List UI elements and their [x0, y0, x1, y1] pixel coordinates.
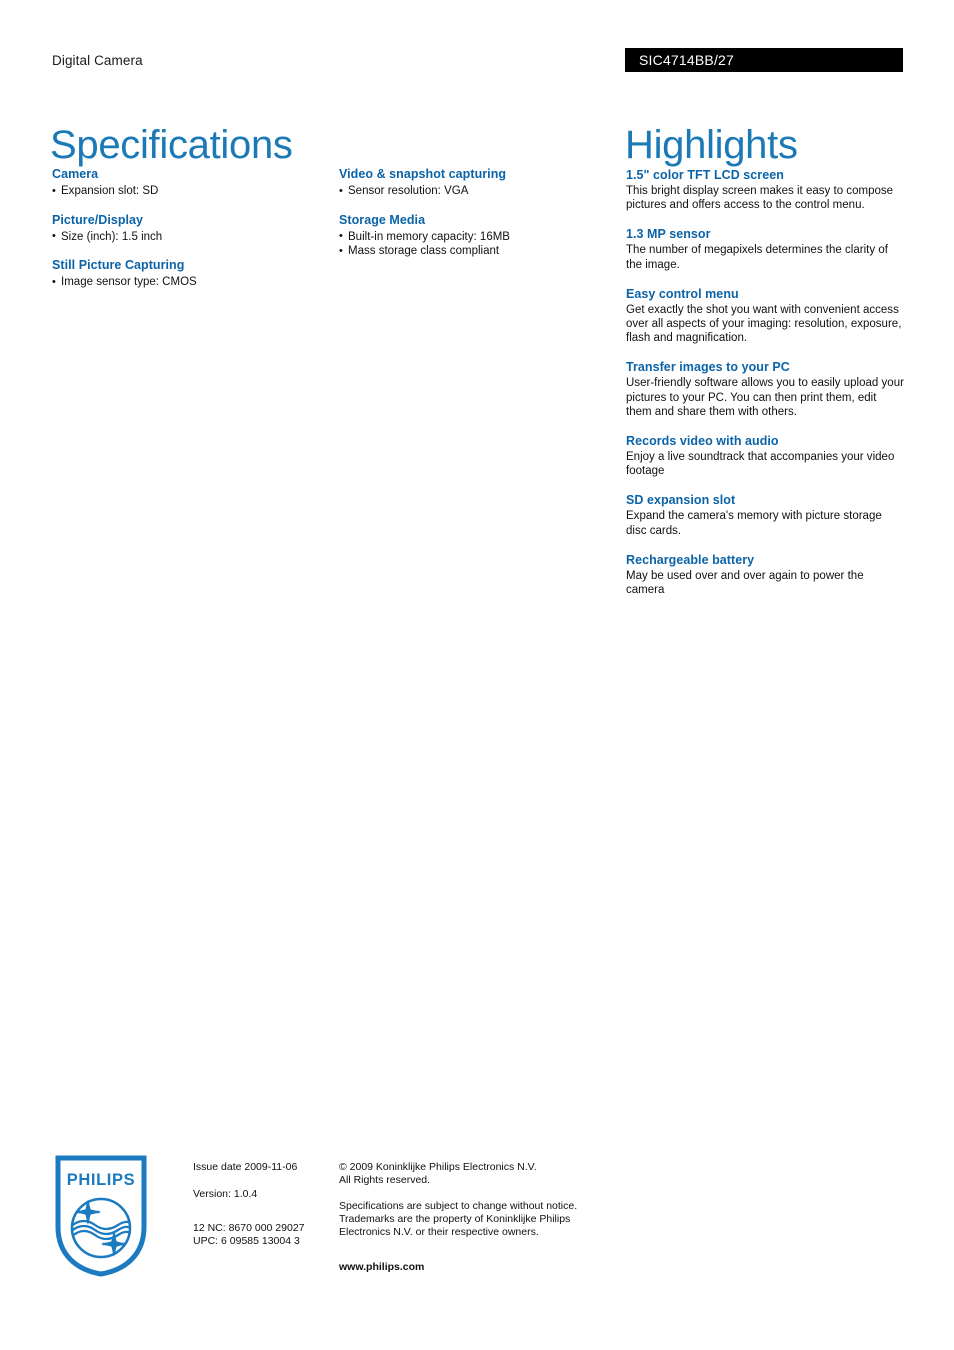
- highlight-body: User-friendly software allows you to eas…: [626, 377, 904, 418]
- spec-item: Image sensor type: CMOS: [52, 275, 322, 290]
- highlight-heading: SD expansion slot: [626, 493, 736, 508]
- spec-group-heading: Video & snapshot capturing: [339, 167, 507, 181]
- spec-group: Storage Media Built-in memory capacity: 1…: [339, 213, 609, 259]
- spec-item: Built-in memory capacity: 16MB: [339, 229, 609, 245]
- highlight-group: 1.3 MP sensor The number of megapixels de…: [626, 227, 904, 271]
- spec-group-heading: Picture/Display: [52, 212, 144, 227]
- philips-shield-icon: PHILIPS: [55, 1155, 147, 1277]
- codes-block: 12 NC: 8670 000 29027 UPC: 6 09585 13004…: [193, 1222, 333, 1248]
- copyright-line-2: All Rights reserved.: [339, 1174, 431, 1186]
- svg-text:PHILIPS: PHILIPS: [67, 1171, 135, 1189]
- highlight-body: The number of megapixels determines the …: [626, 244, 888, 271]
- highlight-body: This bright display screen makes it easy…: [626, 185, 894, 212]
- copyright-line-1: © 2009 Koninklijke Philips Electronics N…: [339, 1161, 537, 1173]
- highlight-heading: 1.3 MP sensor: [626, 227, 711, 242]
- page-header: Digital Camera SIC4714BB/27: [0, 0, 954, 90]
- copyright-block: © 2009 Koninklijke Philips Electronics N…: [339, 1161, 619, 1187]
- highlight-group: Records video with audio Enjoy a live sou…: [626, 434, 904, 478]
- footer-legal-column: © 2009 Koninklijke Philips Electronics N…: [339, 1161, 619, 1239]
- highlights-title: Highlights: [625, 122, 798, 167]
- version-block: Version: 1.0.4: [193, 1188, 333, 1201]
- footer-meta-column: Issue date 2009-11-06 Version: 1.0.4 12 …: [193, 1161, 333, 1248]
- specifications-column-2: Video & snapshot capturing Sensor resolut…: [339, 167, 609, 259]
- spec-item: Sensor resolution: VGA: [339, 184, 609, 199]
- highlight-body: May be used over and over again to power…: [626, 569, 864, 597]
- philips-website-link[interactable]: www.philips.com: [339, 1261, 424, 1274]
- spec-group: Picture/Display Size (inch): 1.5 inch: [52, 213, 322, 245]
- highlight-heading: Records video with audio: [626, 434, 779, 449]
- highlight-group: SD expansion slot Expand the camera's mem…: [626, 493, 904, 537]
- nc-code-text: 12 NC: 8670 000 29027: [193, 1222, 305, 1234]
- spec-group: Still Picture Capturing Image sensor type…: [52, 258, 322, 290]
- spec-group-heading: Storage Media: [339, 212, 426, 227]
- issue-date-text: Issue date 2009-11-06: [193, 1161, 298, 1173]
- specifications-title: Specifications: [50, 122, 293, 167]
- spec-group-heading: Still Picture Capturing: [52, 258, 185, 272]
- product-category-label: Digital Camera: [52, 53, 143, 68]
- disclaimer-line-1: Specifications are subject to change wit…: [339, 1200, 578, 1212]
- specifications-column-1: Camera Expansion slot: SD Picture/Display S…: [52, 167, 322, 290]
- spec-group: Video & snapshot capturing Sensor resolut…: [339, 167, 609, 199]
- highlight-body: Get exactly the shot you want with conve…: [626, 303, 902, 345]
- spec-group: Camera Expansion slot: SD: [52, 167, 322, 199]
- highlight-group: Transfer images to your PC User-friendly …: [626, 360, 904, 419]
- highlight-heading: Transfer images to your PC: [626, 360, 790, 375]
- disclaimer-line-2: Trademarks are the property of Koninklij…: [339, 1213, 571, 1225]
- highlight-heading: Easy control menu: [626, 286, 739, 301]
- highlight-heading: 1.5" color TFT LCD screen: [626, 168, 784, 182]
- spec-item: Size (inch): 1.5 inch: [52, 229, 322, 245]
- philips-logo: PHILIPS: [55, 1155, 147, 1277]
- version-text: Version: 1.0.4: [193, 1188, 258, 1200]
- disclaimer-line-3: Electronics N.V. or their respective own…: [339, 1226, 539, 1238]
- spec-group-heading: Camera: [52, 167, 99, 181]
- model-code-bar: SIC4714BB/27: [625, 48, 903, 72]
- model-code-text: SIC4714BB/27: [639, 52, 735, 68]
- spec-item: Expansion slot: SD: [52, 184, 322, 199]
- highlight-body: Enjoy a live soundtrack that accompanies…: [626, 451, 895, 478]
- highlight-group: 1.5" color TFT LCD screen This bright dis…: [626, 168, 904, 212]
- highlights-column: 1.5" color TFT LCD screen This bright dis…: [626, 168, 904, 597]
- highlight-heading: Rechargeable battery: [626, 552, 755, 567]
- disclaimer-block: Specifications are subject to change wit…: [339, 1200, 619, 1239]
- highlight-group: Easy control menu Get exactly the shot yo…: [626, 287, 904, 346]
- highlight-body: Expand the camera's memory with picture …: [626, 510, 882, 537]
- spec-item: Mass storage class compliant: [339, 244, 609, 259]
- upc-code-text: UPC: 6 09585 13004 3: [193, 1235, 300, 1247]
- issue-date-block: Issue date 2009-11-06: [193, 1161, 333, 1174]
- highlight-group: Rechargeable battery May be used over and…: [626, 553, 904, 597]
